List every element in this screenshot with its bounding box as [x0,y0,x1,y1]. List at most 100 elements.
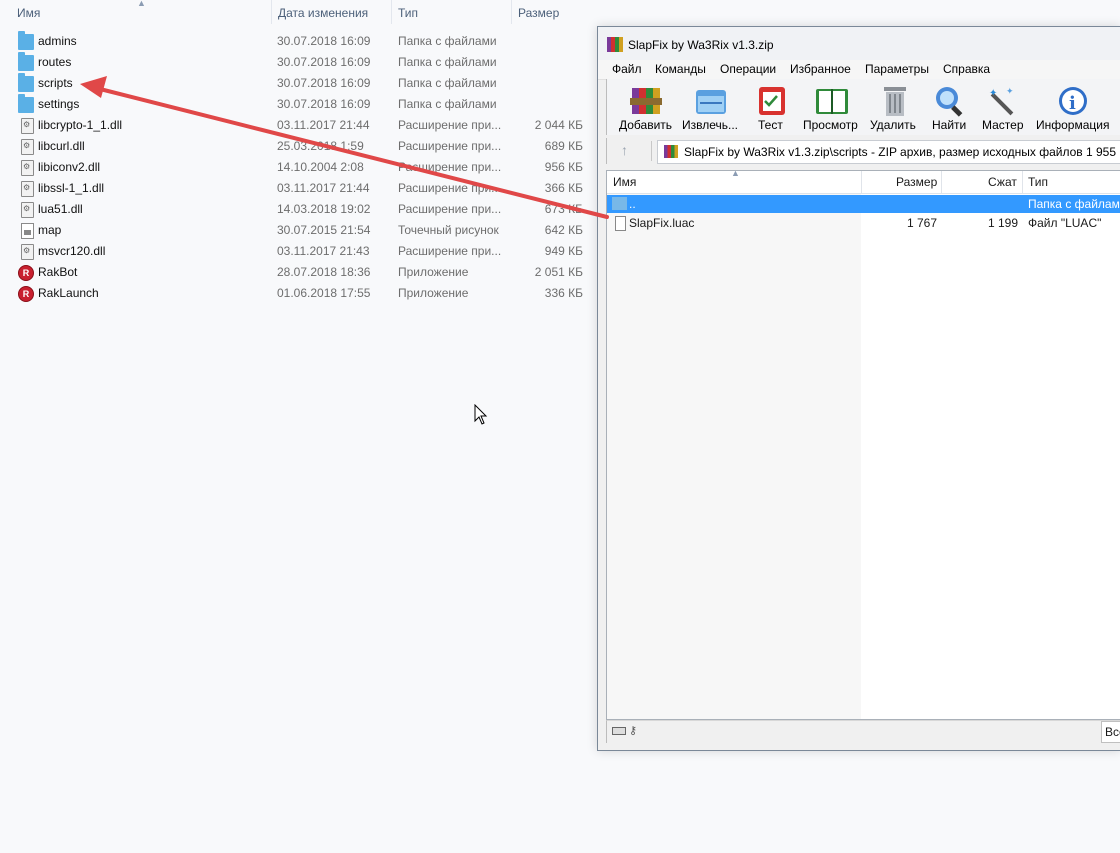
dll-file-icon [21,160,34,176]
file-name: libcurl.dll [38,139,85,153]
file-type: Расширение при... [398,244,502,258]
file-date: 14.10.2004 2:08 [277,160,364,174]
file-type: Расширение при... [398,181,502,195]
archive-column-header: ▲ Имя Размер Сжат Тип [607,171,1120,194]
column-divider[interactable] [391,0,392,24]
window-title: SlapFix by Wa3Rix v1.3.zip [628,38,774,52]
dll-file-icon [21,244,34,260]
drive-icon [612,727,626,735]
address-bar: ↑ SlapFix by Wa3Rix v1.3.zip\scripts - Z… [606,138,1120,164]
file-size: 2 044 КБ [534,118,583,132]
file-size: 642 КБ [544,223,583,237]
menu-operations[interactable]: Операции [720,62,776,76]
explorer-file-row[interactable]: lua51.dll 14.03.2018 19:02 Расширение при.… [0,199,600,220]
col-size-header[interactable]: Размер [896,175,937,189]
find-button-label: Найти [932,118,967,132]
file-date: 01.06.2018 17:55 [277,286,371,300]
file-name: RakBot [38,265,78,279]
file-type: Папка с файлами [398,76,497,90]
file-type: Расширение при... [398,202,502,216]
menu-file[interactable]: Файл [612,62,642,76]
wizard-wand-icon: ✦ ✦ [989,86,1014,116]
app-icon: R [18,265,34,281]
file-type: Точечный рисунок [398,223,499,237]
archive-file-row[interactable]: .. Папка с файлами [607,195,1120,213]
explorer-file-row[interactable]: R RakLaunch 01.06.2018 17:55 Приложение 336 … [0,283,600,304]
delete-button-label: Удалить [870,118,916,132]
col-date-header[interactable]: Дата изменения [278,6,368,20]
col-packed-header[interactable]: Сжат [988,175,1017,189]
view-book-icon [816,89,848,114]
col-name-header[interactable]: Имя [613,175,636,189]
explorer-file-row[interactable]: libssl-1_1.dll 03.11.2017 21:44 Расширение… [0,178,600,199]
menu-help[interactable]: Справка [943,62,990,76]
test-icon [759,87,785,115]
file-name: RakLaunch [38,286,99,300]
explorer-file-row[interactable]: admins 30.07.2018 16:09 Папка с файлами [0,31,600,52]
explorer-file-row[interactable]: libcrypto-1_1.dll 03.11.2017 21:44 Расшире… [0,115,600,136]
file-name: libssl-1_1.dll [38,181,105,195]
file-type: Папка с файлами [1028,197,1120,211]
path-field[interactable]: SlapFix by Wa3Rix v1.3.zip\scripts - ZIP… [657,140,1120,164]
column-divider[interactable] [511,0,512,24]
menu-commands[interactable]: Команды [655,62,706,76]
explorer-file-row[interactable]: libcurl.dll 25.03.2018 1:59 Расширение при… [0,136,600,157]
up-folder-icon[interactable]: ↑ [621,142,628,158]
archive-icon [664,145,678,158]
window-titlebar[interactable]: SlapFix by Wa3Rix v1.3.zip [598,27,1120,60]
col-type-header[interactable]: Тип [1028,175,1048,189]
file-name: routes [38,55,72,69]
extract-button-label: Извлечь... [682,118,739,132]
col-type-header[interactable]: Тип [398,6,418,20]
menu-favorites[interactable]: Избранное [790,62,851,76]
folder-icon [18,73,34,92]
app-icon: R [18,286,34,302]
explorer-file-row[interactable]: libiconv2.dll 14.10.2004 2:08 Расширение п… [0,157,600,178]
file-type: Папка с файлами [398,34,497,48]
file-name: map [38,223,62,237]
file-date: 30.07.2018 16:09 [277,55,371,69]
mouse-cursor-icon [474,404,488,425]
file-name: lua51.dll [38,202,83,216]
file-date: 14.03.2018 19:02 [277,202,371,216]
bitmap-file-icon [21,223,34,239]
sort-ascending-icon: ▲ [137,0,146,8]
dll-file-icon [21,118,34,134]
file-size: 673 КБ [544,202,583,216]
archive-file-row[interactable]: SlapFix.luac 1 767 1 199 Файл "LUAC" [607,214,1120,232]
column-divider[interactable] [271,0,272,24]
file-date: 30.07.2015 21:54 [277,223,371,237]
info-button-label: Информация [1036,118,1110,132]
svg-text:✦: ✦ [1006,86,1014,96]
column-divider[interactable] [1022,171,1023,193]
view-button-label: Просмотр [803,118,858,132]
file-type: Папка с файлами [398,55,497,69]
extract-icon [696,90,726,114]
explorer-file-row[interactable]: settings 30.07.2018 16:09 Папка с файлами [0,94,600,115]
column-divider[interactable] [941,171,942,193]
file-type: Приложение [398,286,469,300]
file-date: 30.07.2018 16:09 [277,34,371,48]
winrar-logo-icon [607,37,623,52]
explorer-file-row[interactable]: R RakBot 28.07.2018 18:36 Приложение 2 051 К… [0,262,600,283]
explorer-file-row[interactable]: scripts 30.07.2018 16:09 Папка с файлами [0,73,600,94]
file-type: Расширение при... [398,160,502,174]
column-divider[interactable] [861,171,862,193]
file-type: Расширение при... [398,118,502,132]
folder-icon [612,197,627,210]
explorer-file-row[interactable]: map 30.07.2015 21:54 Точечный рисунок 642 К… [0,220,600,241]
file-type: Приложение [398,265,469,279]
dll-file-icon [21,181,34,197]
status-text: Все [1105,725,1120,739]
file-name: msvcr120.dll [38,244,106,258]
file-size: 366 КБ [544,181,583,195]
col-size-header[interactable]: Размер [518,6,559,20]
col-name-header[interactable]: Имя [17,6,40,20]
file-name: settings [38,97,80,111]
winrar-window: SlapFix by Wa3Rix v1.3.zip Файл Команды … [597,26,1120,751]
explorer-file-row[interactable]: routes 30.07.2018 16:09 Папка с файлами [0,52,600,73]
test-button-label: Тест [758,118,783,132]
svg-text:i: i [1069,93,1076,114]
menu-options[interactable]: Параметры [865,62,929,76]
explorer-file-row[interactable]: msvcr120.dll 03.11.2017 21:43 Расширение п… [0,241,600,262]
